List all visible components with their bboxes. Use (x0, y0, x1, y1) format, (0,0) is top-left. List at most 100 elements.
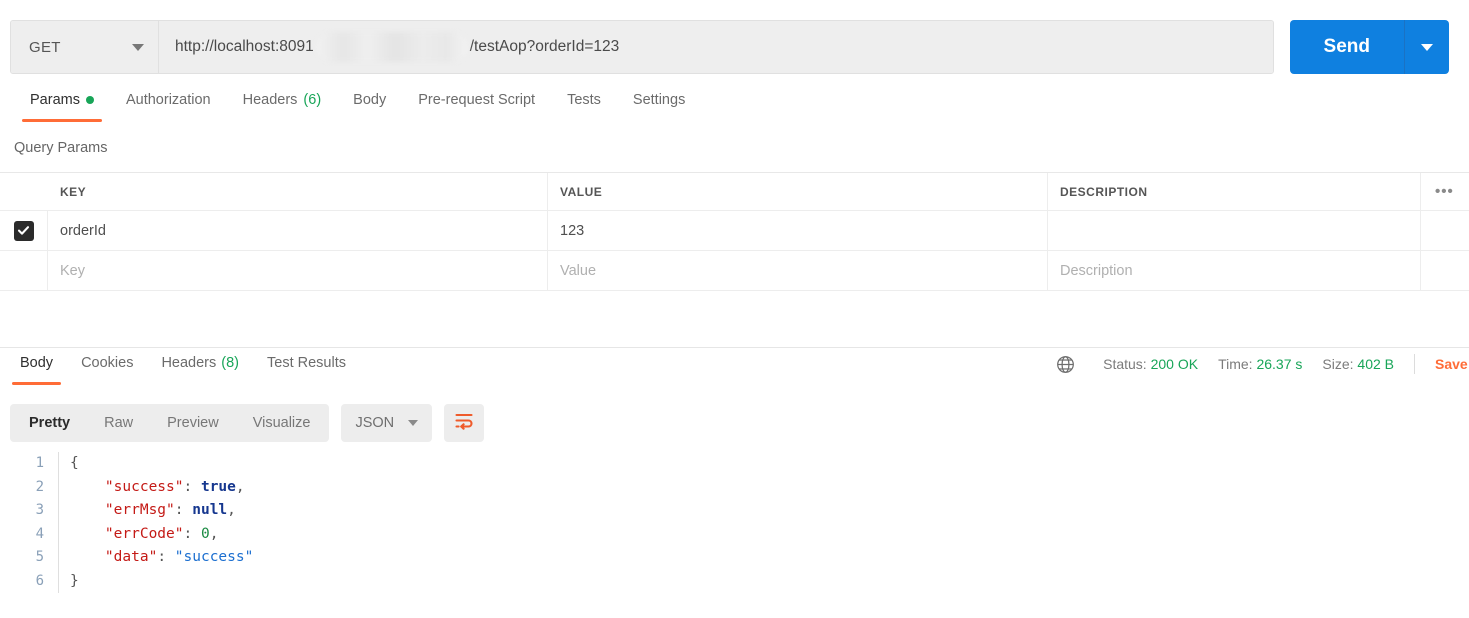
size-badge[interactable]: Size: 402 B (1322, 356, 1394, 372)
table-row: orderId 123 (0, 211, 1469, 251)
body-view-visualize[interactable]: Visualize (236, 406, 328, 440)
code-token: "errMsg" (104, 502, 175, 518)
code-token: "errCode" (104, 525, 184, 542)
response-tab-headers-count: (8) (221, 355, 239, 371)
size-label: Size: (1322, 356, 1354, 372)
word-wrap-toggle[interactable] (444, 404, 485, 442)
code-token: } (70, 572, 79, 589)
row-key-text: orderId (60, 222, 106, 239)
time-label: Time: (1218, 356, 1253, 372)
method-url-group: GET http://localhost:8091/testAop?orderI… (10, 20, 1274, 74)
code-token: : (174, 502, 193, 518)
body-format-label: JSON (355, 415, 395, 431)
code-gutter (58, 475, 70, 499)
tab-settings[interactable]: Settings (617, 90, 701, 122)
send-button[interactable]: Send (1289, 20, 1405, 74)
status-label: Status: (1103, 356, 1147, 372)
tab-authorization[interactable]: Authorization (110, 90, 227, 122)
code-token: "success" (174, 549, 254, 565)
row-actions[interactable] (1421, 211, 1469, 250)
code-line: 4 "errCode": 0, (0, 522, 1469, 547)
code-token: : (183, 478, 201, 495)
code-line: 1 { (0, 452, 1469, 476)
code-gutter (58, 569, 70, 593)
tab-headers-label: Headers (242, 92, 298, 108)
line-number: 5 (35, 549, 44, 565)
tab-pre-request-script-label: Pre-request Script (418, 92, 536, 108)
line-number: 3 (35, 502, 44, 518)
code-line: 5 "data": "success" (0, 546, 1469, 570)
time-badge[interactable]: Time: 26.37 s (1218, 356, 1302, 372)
code-token: , (235, 478, 245, 495)
header-cell-key: KEY (48, 173, 548, 210)
size-value: 402 B (1357, 356, 1394, 372)
response-tab-body[interactable]: Body (6, 353, 67, 385)
line-number: 2 (35, 478, 44, 495)
tab-pre-request-script[interactable]: Pre-request Script (402, 90, 551, 122)
bulk-edit-menu-button[interactable]: ••• (1421, 173, 1469, 210)
body-view-preview[interactable]: Preview (150, 406, 236, 440)
code-gutter (58, 452, 70, 476)
code-line: 3 "errMsg": null, (0, 499, 1469, 523)
response-meta: Status: 200 OK Time: 26.37 s Size: 402 B… (1056, 353, 1469, 375)
placeholder-value-input[interactable]: Value (548, 251, 1048, 290)
time-value: 26.37 s (1256, 356, 1303, 372)
body-view-pretty[interactable]: Pretty (12, 406, 87, 440)
placeholder-key-input[interactable]: Key (48, 251, 548, 290)
row-key-input[interactable]: orderId (48, 211, 548, 250)
tab-settings-label: Settings (632, 92, 686, 108)
tab-params[interactable]: Params (14, 90, 110, 122)
response-tab-test-results[interactable]: Test Results (253, 353, 360, 385)
placeholder-value-text: Value (560, 262, 597, 279)
http-method-select[interactable]: GET (11, 21, 159, 73)
url-input[interactable]: http://localhost:8091/testAop?orderId=12… (159, 21, 1273, 73)
code-line: 2 "success": true, (0, 475, 1469, 500)
globe-icon[interactable] (1056, 355, 1075, 374)
response-bar: Body Cookies Headers (8) Test Results St… (0, 353, 1469, 393)
body-view-raw[interactable]: Raw (87, 406, 150, 440)
placeholder-description-input[interactable]: Description (1048, 251, 1421, 290)
code-line-1: "success": true, (70, 476, 1469, 500)
placeholder-key-text: Key (60, 262, 85, 279)
row-description-input[interactable] (1048, 211, 1421, 250)
tab-body[interactable]: Body (337, 90, 402, 122)
header-cell-description: DESCRIPTION (1048, 173, 1421, 210)
row-value-text: 123 (560, 222, 585, 239)
tab-headers[interactable]: Headers (6) (227, 90, 338, 122)
status-badge[interactable]: Status: 200 OK (1103, 356, 1198, 372)
response-tab-cookies-label: Cookies (81, 355, 134, 371)
request-tabs: Params Authorization Headers (6) Body Pr… (0, 90, 1469, 130)
table-row-placeholder: Key Value Description (0, 251, 1469, 291)
code-line-3: "errCode": 0, (70, 523, 1469, 547)
line-number: 4 (35, 525, 44, 542)
response-tab-headers[interactable]: Headers (8) (147, 353, 253, 385)
panel-splitter[interactable] (0, 347, 1469, 348)
row-enabled-checkbox[interactable] (13, 220, 34, 241)
save-response-button[interactable]: Save (1435, 356, 1469, 372)
tab-tests[interactable]: Tests (551, 90, 617, 122)
code-gutter (58, 546, 70, 570)
row-value-input[interactable]: 123 (548, 211, 1048, 250)
word-wrap-icon (454, 412, 474, 434)
code-line-5: } (70, 570, 1469, 594)
params-modified-dot-icon (85, 96, 94, 104)
url-suffix-text: /testAop?orderId=123 (469, 38, 620, 55)
chevron-down-icon (408, 420, 419, 426)
code-token: : (157, 549, 175, 565)
url-bar-row: GET http://localhost:8091/testAop?orderI… (0, 20, 1469, 74)
postman-request-view: GET http://localhost:8091/testAop?orderI… (0, 0, 1469, 618)
code-gutter (58, 522, 70, 546)
code-token: "success" (104, 478, 184, 495)
response-tab-cookies[interactable]: Cookies (67, 353, 147, 385)
ellipsis-icon: ••• (1435, 183, 1454, 200)
placeholder-checkbox-cell (0, 251, 48, 290)
response-body-code[interactable]: 1 { 2 "success": true, 3 "errMsg": null,… (0, 452, 1469, 593)
code-token: null (192, 502, 228, 518)
code-line-0: { (70, 452, 1469, 476)
body-format-select[interactable]: JSON (341, 404, 433, 442)
table-header-row: KEY VALUE DESCRIPTION ••• (0, 173, 1469, 211)
send-button-group: Send (1289, 20, 1449, 74)
meta-divider (1414, 354, 1415, 374)
send-options-button[interactable] (1405, 20, 1449, 74)
